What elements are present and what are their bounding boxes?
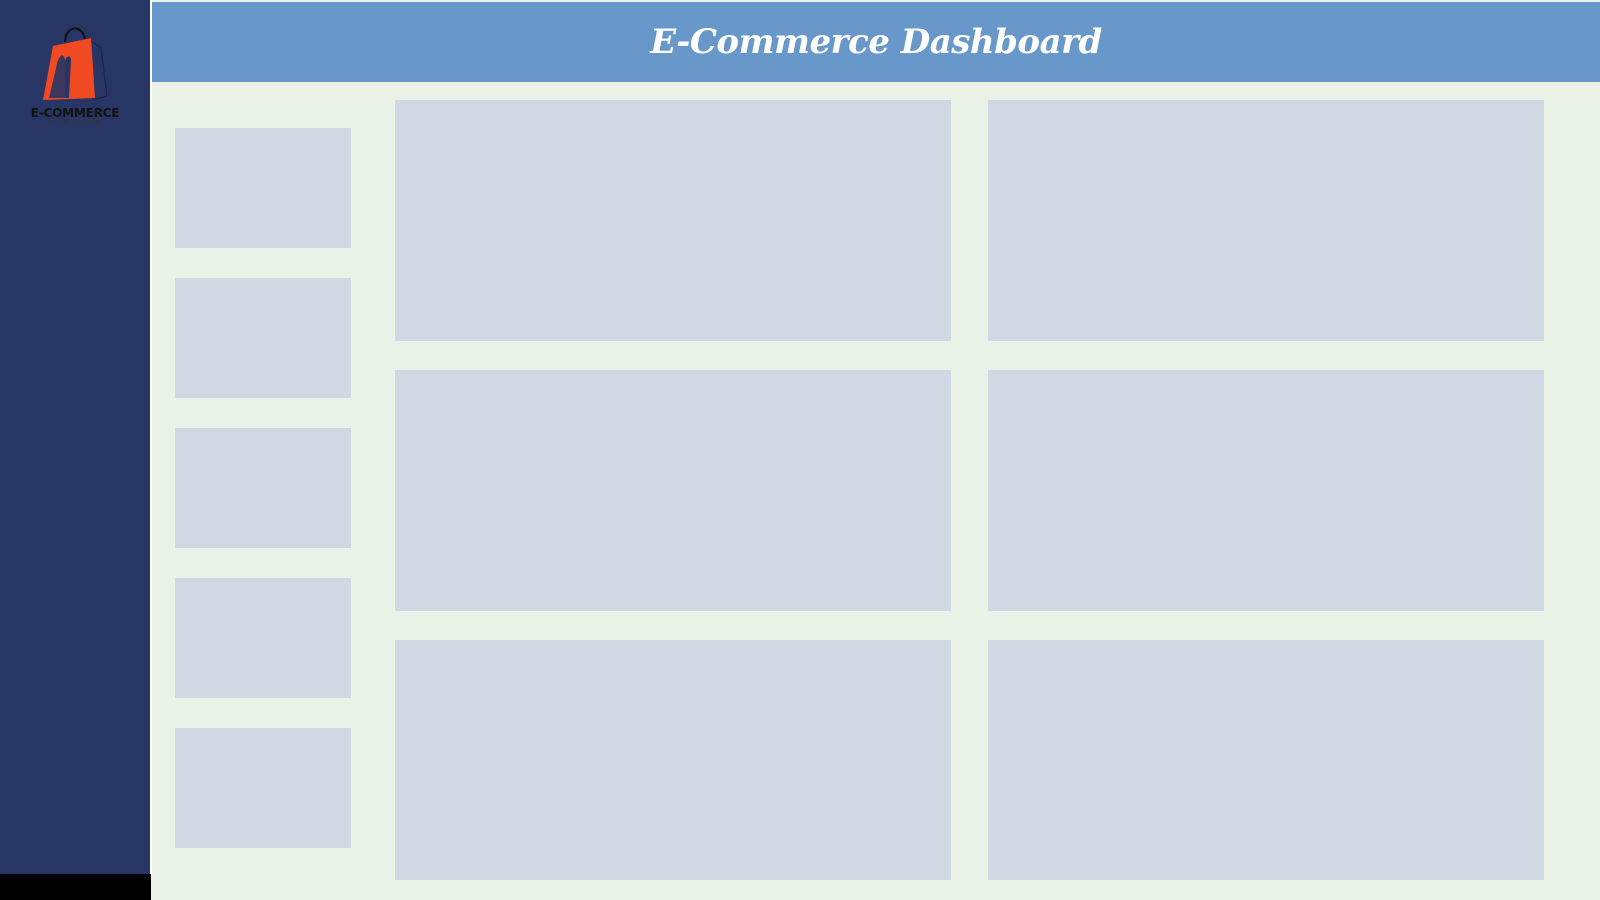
sidebar-footer-strip: [0, 874, 151, 900]
sidebar-divider: [150, 0, 152, 874]
brand-wordmark: E-COMMERCE: [30, 106, 120, 120]
kpi-card-3: [175, 428, 351, 548]
page-title: E-Commerce Dashboard: [650, 22, 1102, 62]
chart-panel-2: [988, 100, 1544, 341]
chart-panel-3: [395, 370, 951, 611]
chart-panel-1: [395, 100, 951, 341]
kpi-card-2: [175, 278, 351, 398]
shopping-bag-icon: [43, 27, 108, 101]
brand-tagline: ONLINE SHOPPING: [48, 120, 102, 126]
kpi-card-4: [175, 578, 351, 698]
dashboard-page: E-COMMERCE ONLINE SHOPPING E-Commerce Da…: [0, 0, 1600, 900]
kpi-card-1: [175, 128, 351, 248]
chart-panel-5: [395, 640, 951, 880]
brand-logo: E-COMMERCE ONLINE SHOPPING: [20, 18, 130, 136]
chart-panel-6: [988, 640, 1544, 880]
chart-panel-4: [988, 370, 1544, 611]
page-header: E-Commerce Dashboard: [152, 2, 1600, 82]
sidebar: E-COMMERCE ONLINE SHOPPING: [0, 0, 150, 874]
kpi-card-5: [175, 728, 351, 848]
